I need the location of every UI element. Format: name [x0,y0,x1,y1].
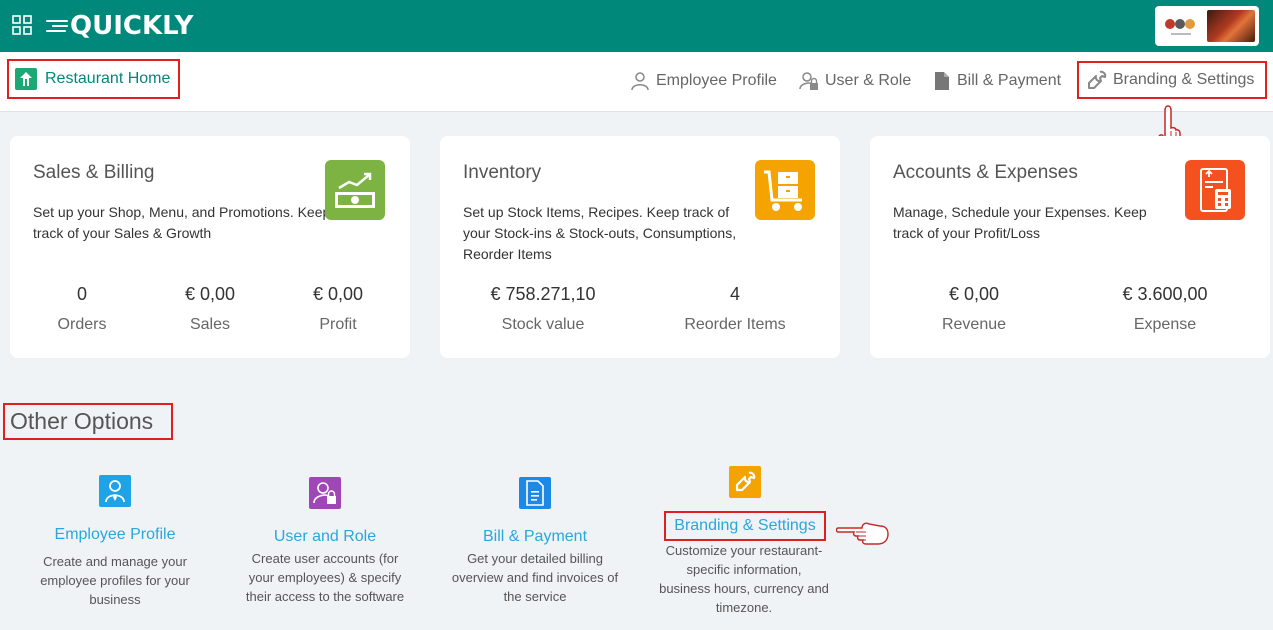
pointing-hand-left-icon [836,522,889,545]
card-inventory[interactable]: Inventory Set up Stock Items, Recipes. K… [440,136,840,358]
stat-value: € 3.600,00 [1122,284,1208,304]
user-lock-icon [799,72,818,90]
person-icon[interactable] [99,475,131,507]
card-description: Manage, Schedule your Expenses. Keep tra… [893,204,1147,241]
person-icon [631,72,649,91]
option-description: Create and manage your employee profiles… [40,554,190,607]
option-title[interactable]: Bill & Payment [440,528,630,546]
stat-sales: € 0,00 Sales [160,284,260,334]
user-lock-icon[interactable] [309,477,341,509]
document-icon[interactable] [519,477,551,509]
option-user-role[interactable]: User and Role Create user accounts (for … [234,528,416,606]
brand-name: QUICKLY [70,11,194,41]
document-icon [935,72,949,90]
apps-grid-icon[interactable] [12,15,32,35]
stat-value: € 758.271,10 [490,284,596,304]
stat-label: Sales [189,316,231,333]
stat-value: € 0,00 [184,284,236,304]
nav-item-label: Employee Profile [656,72,777,89]
option-branding-settings-highlight[interactable]: Branding & Settings [664,511,826,541]
ledger-icon [1185,160,1245,220]
top-bar: QUICKLY [0,0,1273,52]
nav-branding-settings[interactable]: Branding & Settings [1077,61,1267,99]
stat-expense: € 3.600,00 Expense [1100,284,1230,334]
cash-growth-icon [325,160,385,220]
other-options-title: Other Options [3,403,173,440]
card-description: Set up your Shop, Menu, and Promotions. … [33,204,331,241]
stat-label: Profit [319,316,357,333]
card-title: Sales & Billing [33,162,155,183]
card-sales-billing[interactable]: Sales & Billing Set up your Shop, Menu, … [10,136,410,358]
nav-item-label: Branding & Settings [1113,71,1255,88]
option-title[interactable]: User and Role [234,528,416,546]
brand-logo[interactable]: QUICKLY [46,8,193,44]
stat-value: € 0,00 [312,284,364,304]
nav-user-role[interactable]: User & Role [799,68,911,94]
option-employee-profile[interactable]: Employee Profile Create and manage your … [14,526,216,609]
stat-label: Expense [1133,316,1197,333]
option-description: Customize your restaurant- specific info… [659,543,829,615]
restaurant-home-link[interactable]: Restaurant Home [7,59,180,99]
stat-reorder-items: 4 Reorder Items [675,284,795,334]
stat-profit: € 0,00 Profit [288,284,388,334]
restaurant-logo [1165,19,1195,35]
card-title: Inventory [463,162,542,183]
stat-orders: 0 Orders [46,284,118,334]
stat-value: € 0,00 [948,284,1000,304]
nav-item-label: Bill & Payment [957,72,1062,89]
card-description: Set up Stock Items, Recipes. Keep track … [463,204,737,262]
card-accounts-expenses[interactable]: Accounts & Expenses Manage, Schedule you… [870,136,1270,358]
nav-employee-profile[interactable]: Employee Profile [630,68,777,94]
option-bill-payment[interactable]: Bill & Payment Get your detailed billing… [440,528,630,606]
stat-revenue: € 0,00 Revenue [924,284,1024,334]
card-title: Accounts & Expenses [893,162,1078,183]
stat-label: Orders [57,316,107,333]
stat-stock-value: € 758.271,10 Stock value [478,284,608,334]
nav-item-label: User & Role [825,72,912,89]
option-title[interactable]: Branding & Settings [674,517,815,534]
nav-bar: Restaurant Home Employee Profile User & … [0,52,1273,112]
option-description: Get your detailed billing overview and f… [451,551,619,604]
stat-value: 0 [76,284,87,304]
user-account-box[interactable] [1155,6,1259,46]
stat-label: Reorder Items [684,316,786,333]
stat-value: 4 [729,284,740,304]
wrench-icon [1088,70,1107,89]
home-arrow-icon [15,68,37,90]
stat-label: Revenue [941,316,1007,333]
option-description: Create user accounts (for your employees… [245,551,405,604]
option-title[interactable]: Employee Profile [14,526,216,544]
option-branding-settings[interactable]: Customize your restaurant- specific info… [648,541,840,617]
stat-label: Stock value [501,316,585,333]
nav-bill-payment[interactable]: Bill & Payment [933,68,1061,94]
wrench-icon[interactable] [729,466,761,498]
cart-boxes-icon [755,160,815,220]
speed-lines-icon [46,20,68,32]
user-photo [1207,10,1255,42]
restaurant-home-label: Restaurant Home [45,70,171,87]
